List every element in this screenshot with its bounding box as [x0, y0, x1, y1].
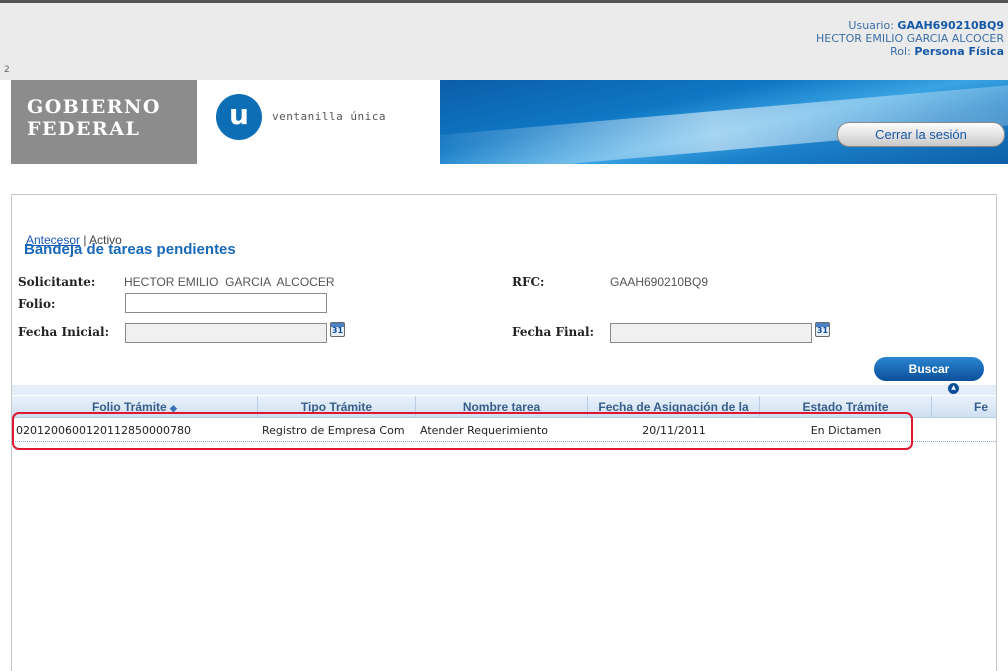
logout-button[interactable]: Cerrar la sesión	[837, 122, 1005, 147]
vu-logo-icon: u	[216, 94, 262, 140]
gobierno-federal-logo: GOBIERNO FEDERAL	[11, 80, 197, 164]
vu-logo-text: ventanilla única	[272, 110, 386, 123]
fecha-inicial-calendar-icon[interactable]: 31	[330, 322, 345, 337]
fecha-inicial-input[interactable]	[125, 323, 327, 343]
fecha-final-input[interactable]	[610, 323, 812, 343]
solicitante-value: HECTOR EMILIO GARCIA ALCOCER	[124, 275, 335, 289]
user-info: Usuario: GAAH690210BQ9 HECTOR EMILIO GAR…	[816, 19, 1004, 58]
rol-label: Rol:	[890, 45, 911, 58]
rol-value: Persona Física	[914, 45, 1004, 58]
grid-top-bar	[12, 385, 996, 395]
site-header: GOBIERNO FEDERAL u ventanilla única Cerr…	[0, 80, 1008, 164]
fecha-inicial-label: Fecha Inicial:	[18, 325, 110, 339]
search-button[interactable]: Buscar	[874, 357, 984, 381]
folio-input[interactable]	[125, 293, 327, 313]
user-id: GAAH690210BQ9	[897, 19, 1004, 32]
page-title: Bandeja de tareas pendientes	[24, 241, 236, 258]
rfc-label: RFC:	[512, 275, 545, 289]
folio-label: Folio:	[18, 297, 56, 311]
main-panel: Antecesor | Activo Bandeja de tareas pen…	[11, 194, 997, 671]
gob-logo-line1: GOBIERNO	[27, 96, 161, 118]
header-banner: Cerrar la sesión	[440, 80, 1008, 164]
solicitante-label: Solicitante:	[18, 275, 96, 289]
top-bar: 2 Usuario: GAAH690210BQ9 HECTOR EMILIO G…	[0, 0, 1008, 80]
collapse-grid-icon[interactable]: ▲	[948, 383, 959, 394]
fecha-final-label: Fecha Final:	[512, 325, 595, 339]
column-header-fe[interactable]: Fe	[932, 396, 996, 418]
row-highlight-annotation	[12, 412, 913, 450]
ventanilla-unica-logo: u ventanilla única	[216, 94, 436, 142]
user-id-line: Usuario: GAAH690210BQ9	[816, 19, 1004, 32]
user-rol-line: Rol: Persona Física	[816, 45, 1004, 58]
fecha-final-calendar-icon[interactable]: 31	[815, 322, 830, 337]
rfc-value: GAAH690210BQ9	[610, 275, 709, 289]
user-name: HECTOR EMILIO GARCIA ALCOCER	[816, 32, 1004, 45]
gob-logo-line2: FEDERAL	[27, 118, 141, 140]
page-number: 2	[4, 65, 10, 75]
user-label: Usuario:	[848, 19, 894, 32]
